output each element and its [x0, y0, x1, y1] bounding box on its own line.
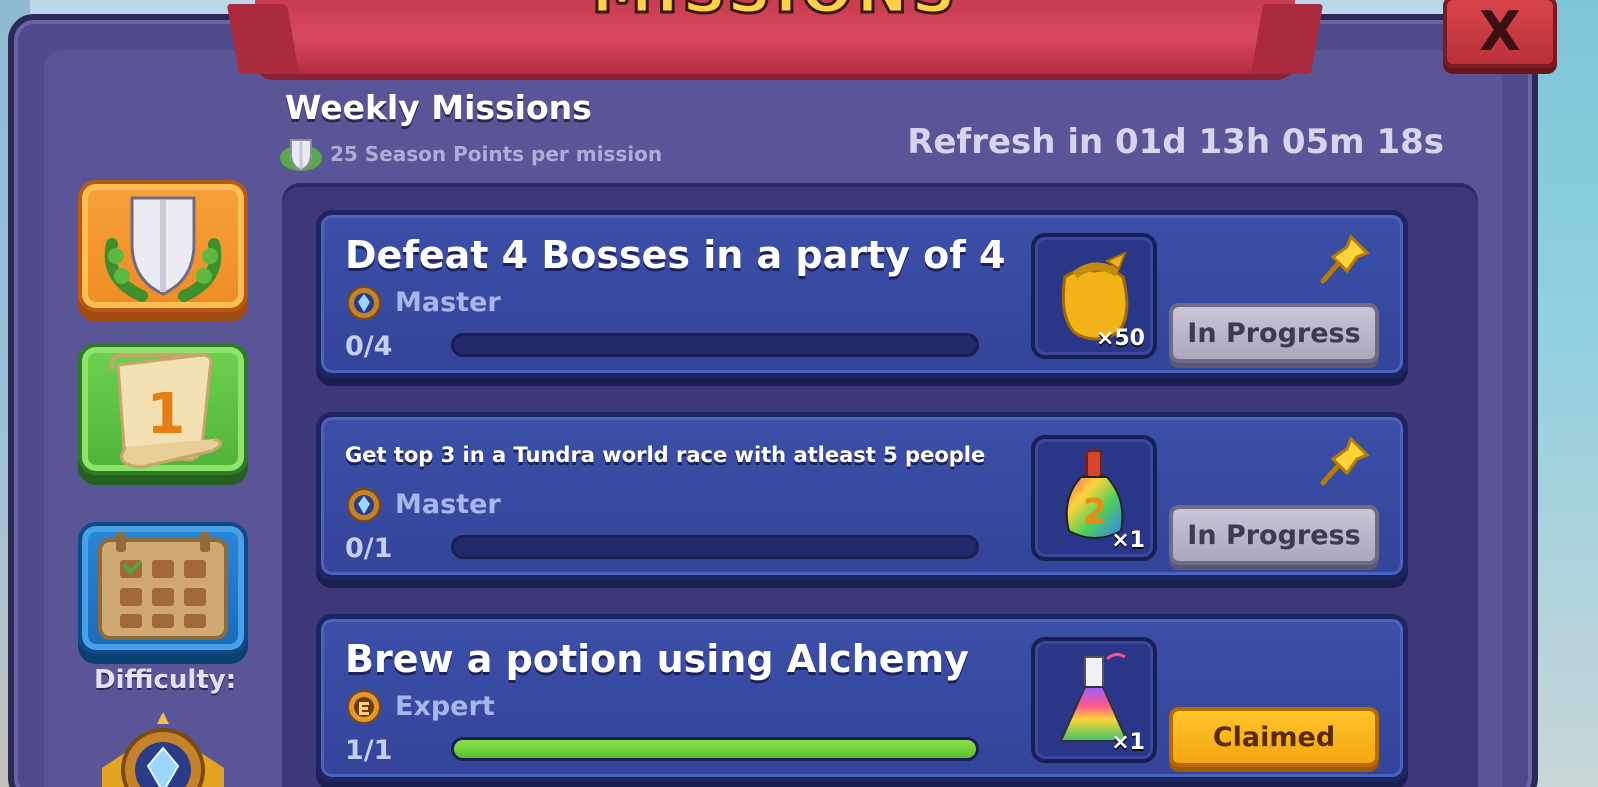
- calendar-icon: [98, 532, 228, 640]
- mission-card: Defeat 4 Bosses in a party of 4 Master 0…: [316, 210, 1408, 378]
- reward-count: ×1: [1111, 528, 1145, 553]
- difficulty-badge-icon[interactable]: [92, 708, 234, 787]
- master-difficulty-icon: [345, 283, 383, 321]
- close-icon: X: [1479, 0, 1521, 63]
- reward-count: ×50: [1095, 326, 1145, 351]
- status-button[interactable]: In Progress: [1169, 505, 1379, 565]
- reward-slot[interactable]: ×1: [1031, 637, 1157, 763]
- missions-banner: MISSIONS: [255, 0, 1295, 74]
- season-shield-icon: [278, 136, 324, 172]
- mission-title: Get top 3 in a Tundra world race with at…: [345, 443, 986, 467]
- tab-calendar[interactable]: [78, 522, 248, 654]
- progress-bar: [451, 535, 979, 559]
- difficulty-text: Master: [395, 488, 501, 520]
- difficulty-text: Master: [395, 286, 501, 318]
- difficulty-text: Expert: [395, 690, 495, 722]
- svg-text:2: 2: [1083, 492, 1107, 532]
- pin-icon[interactable]: [1317, 231, 1373, 287]
- tab-season-points[interactable]: [78, 180, 248, 312]
- mission-title: Defeat 4 Bosses in a party of 4: [345, 233, 1006, 277]
- expert-difficulty-icon: [345, 687, 383, 725]
- difficulty-label: Difficulty:: [94, 665, 237, 695]
- mission-difficulty: Master: [345, 283, 501, 321]
- progress-bar: [451, 333, 979, 357]
- scroll-icon: 1: [109, 352, 222, 469]
- season-points-info: 25 Season Points per mission: [278, 136, 662, 172]
- scroll-number: 1: [147, 382, 186, 447]
- progress-count: 1/1: [345, 735, 393, 766]
- status-button[interactable]: In Progress: [1169, 303, 1379, 363]
- claimed-button[interactable]: Claimed: [1169, 707, 1379, 767]
- tab-weekly[interactable]: 1: [78, 343, 248, 475]
- mission-card: Brew a potion using Alchemy Expert 1/1 ×…: [316, 614, 1408, 782]
- shield-icon: [104, 196, 222, 302]
- progress-bar: [451, 737, 979, 761]
- mission-card: Get top 3 in a Tundra world race with at…: [316, 412, 1408, 580]
- mission-difficulty: Expert: [345, 687, 495, 725]
- pin-icon[interactable]: [1317, 433, 1373, 489]
- progress-count: 0/1: [345, 533, 393, 564]
- reward-count: ×1: [1111, 730, 1145, 755]
- reward-slot[interactable]: ×50: [1031, 233, 1157, 359]
- season-points-text: 25 Season Points per mission: [330, 142, 663, 166]
- progress-count: 0/4: [345, 331, 393, 362]
- weekly-missions-title: Weekly Missions: [285, 88, 592, 127]
- mission-title: Brew a potion using Alchemy: [345, 637, 969, 681]
- progress-bar-fill: [454, 740, 976, 758]
- refresh-timer: Refresh in 01d 13h 05m 18s: [907, 122, 1444, 162]
- mission-difficulty: Master: [345, 485, 501, 523]
- banner-title: MISSIONS: [255, 0, 1295, 29]
- master-difficulty-icon: [345, 485, 383, 523]
- reward-slot[interactable]: 2 ×1: [1031, 435, 1157, 561]
- close-button[interactable]: X: [1443, 0, 1557, 68]
